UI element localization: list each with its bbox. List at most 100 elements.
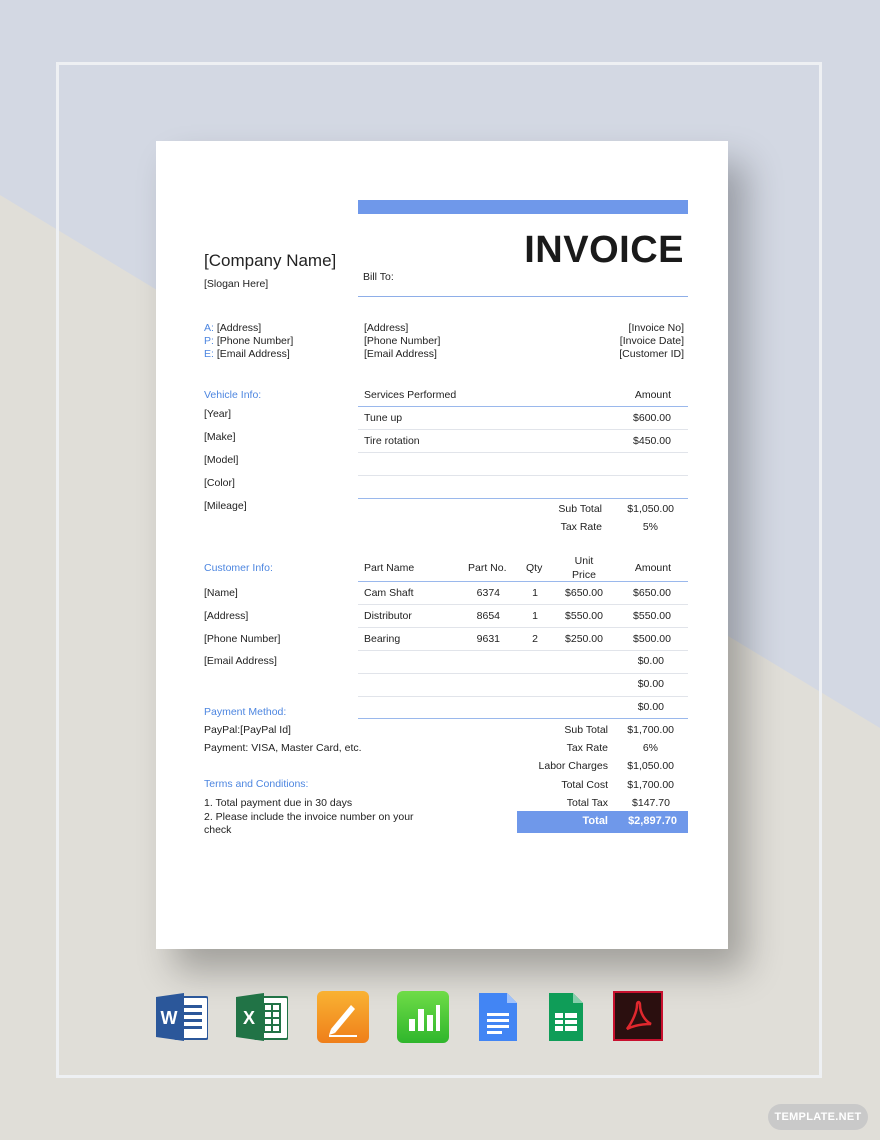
customer-address: [Address] — [204, 610, 249, 622]
pages-icon[interactable] — [317, 991, 369, 1043]
bill-to-divider — [358, 296, 688, 297]
row-divider — [358, 650, 688, 651]
services-header-divider — [358, 406, 688, 407]
total-bar: Total $2,897.70 — [517, 811, 688, 833]
row-divider — [358, 452, 688, 453]
invoice-document: INVOICE [Company Name] [Slogan Here] Bil… — [156, 141, 728, 949]
summary-labor-label: Labor Charges — [538, 760, 608, 772]
google-docs-icon[interactable] — [475, 991, 527, 1043]
parts-footer-divider — [358, 718, 688, 719]
pdf-icon[interactable] — [613, 991, 665, 1043]
summary-totalcost-label: Total Cost — [561, 779, 608, 791]
part-unit-price: $250.00 — [565, 633, 603, 645]
total-value: $2,897.70 — [628, 815, 677, 827]
template-net-badge[interactable]: TEMPLATE.NET — [768, 1104, 868, 1130]
terms-line-1: 1. Total payment due in 30 days — [204, 797, 353, 809]
part-number: 6374 — [476, 587, 500, 599]
invoice-date: [Invoice Date] — [619, 335, 684, 347]
summary-totaltax: $147.70 — [632, 797, 670, 809]
word-letter: W — [161, 1008, 178, 1028]
company-name: [Company Name] — [204, 251, 337, 270]
invoice-number: [Invoice No] — [628, 322, 684, 334]
services-subtotal-label: Sub Total — [558, 503, 602, 515]
bill-to-phone: [Phone Number] — [364, 335, 441, 347]
numbers-icon[interactable] — [397, 991, 449, 1043]
part-name: Bearing — [364, 633, 401, 645]
part-number: 8654 — [476, 610, 500, 622]
row-divider — [358, 429, 688, 430]
total-label: Total — [582, 815, 608, 827]
vehicle-year: [Year] — [204, 408, 232, 420]
vehicle-mileage: [Mileage] — [204, 500, 247, 512]
terms-label: Terms and Conditions: — [204, 778, 309, 790]
part-amount: $650.00 — [633, 587, 671, 599]
services-amount-header: Amount — [634, 389, 671, 401]
parts-amount-header: Amount — [634, 562, 671, 574]
bill-to-email: [Email Address] — [364, 348, 437, 360]
vehicle-info-label: Vehicle Info: — [204, 389, 262, 401]
bill-to-address: [Address] — [364, 322, 409, 334]
terms-line-2-cont: check — [204, 824, 232, 836]
company-email: E: [Email Address] — [204, 348, 290, 360]
part-amount: $550.00 — [633, 610, 671, 622]
customer-info-label: Customer Info: — [204, 562, 273, 574]
parts-unit-header: Unit — [574, 555, 594, 567]
parts-price-header: Price — [572, 569, 596, 581]
excel-icon[interactable]: X — [236, 991, 289, 1043]
part-amount: $0.00 — [637, 701, 664, 713]
part-number: 9631 — [476, 633, 500, 645]
excel-letter: X — [243, 1008, 255, 1028]
services-taxrate: 5% — [642, 521, 658, 533]
part-unit-price: $650.00 — [565, 587, 603, 599]
payment-method-label: Payment Method: — [204, 706, 287, 718]
part-amount: $0.00 — [637, 655, 664, 667]
row-divider — [358, 604, 688, 605]
company-phone: P: [Phone Number] — [204, 335, 294, 347]
vehicle-model: [Model] — [204, 454, 239, 466]
summary-taxrate: 6% — [642, 742, 658, 754]
row-divider — [358, 696, 688, 697]
terms-line-2: 2. Please include the invoice number on … — [204, 811, 414, 823]
payment-cards: Payment: VISA, Master Card, etc. — [204, 742, 362, 754]
invoice-title: INVOICE — [524, 229, 684, 271]
row-divider — [358, 627, 688, 628]
summary-labor: $1,050.00 — [627, 760, 674, 772]
parts-name-header: Part Name — [364, 562, 415, 574]
summary-subtotal: $1,700.00 — [627, 724, 674, 736]
part-name: Distributor — [364, 610, 412, 622]
app-icons-row: W X — [0, 991, 880, 1047]
part-name: Cam Shaft — [364, 587, 414, 599]
summary-taxrate-label: Tax Rate — [566, 742, 608, 754]
customer-id: [Customer ID] — [619, 348, 684, 360]
part-unit-price: $550.00 — [565, 610, 603, 622]
payment-paypal: PayPal:[PayPal Id] — [204, 724, 291, 736]
services-subtotal: $1,050.00 — [627, 503, 674, 515]
header-accent-bar — [358, 200, 688, 214]
service-amount: $450.00 — [633, 435, 671, 447]
part-amount: $500.00 — [633, 633, 671, 645]
row-divider — [358, 673, 688, 674]
parts-header-divider — [358, 581, 688, 582]
parts-qty-header: Qty — [526, 562, 543, 574]
service-name: Tire rotation — [364, 435, 420, 447]
google-sheets-icon[interactable] — [545, 991, 597, 1043]
part-qty: 2 — [532, 633, 538, 645]
customer-name: [Name] — [204, 587, 238, 599]
service-name: Tune up — [364, 412, 403, 424]
word-icon[interactable]: W — [156, 991, 209, 1043]
services-taxrate-label: Tax Rate — [560, 521, 602, 533]
parts-number-header: Part No. — [468, 562, 507, 574]
company-slogan: [Slogan Here] — [204, 278, 269, 290]
vehicle-color: [Color] — [204, 477, 235, 489]
customer-phone: [Phone Number] — [204, 633, 281, 645]
summary-totalcost: $1,700.00 — [627, 779, 674, 791]
customer-email: [Email Address] — [204, 655, 277, 667]
summary-subtotal-label: Sub Total — [564, 724, 608, 736]
services-header: Services Performed — [364, 389, 457, 401]
services-footer-divider — [358, 498, 688, 499]
part-amount: $0.00 — [637, 678, 664, 690]
part-qty: 1 — [532, 587, 538, 599]
summary-totaltax-label: Total Tax — [566, 797, 608, 809]
bill-to-label: Bill To: — [363, 271, 394, 283]
row-divider — [358, 475, 688, 476]
